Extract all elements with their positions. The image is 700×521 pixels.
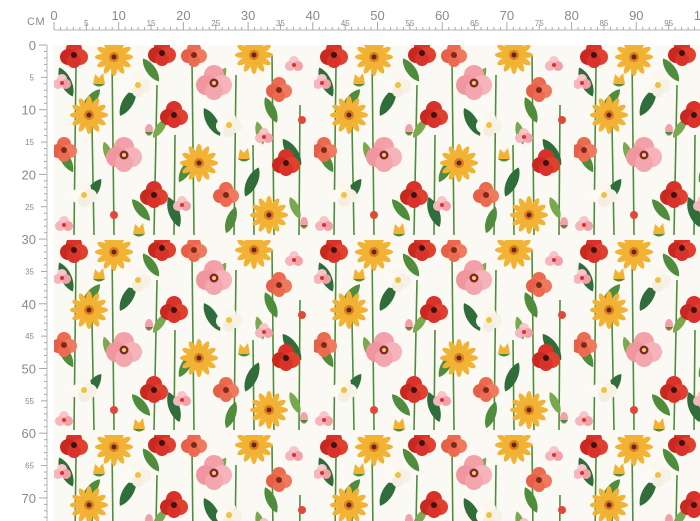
left-ruler-major-label: 10 [22, 103, 36, 118]
top-ruler-minor-label: 15 [147, 19, 156, 28]
top-ruler: 0102030405060708090105152535455565758595 [50, 8, 700, 31]
top-ruler-major-label: 10 [111, 8, 125, 23]
top-ruler-major-label: 80 [564, 8, 578, 23]
top-ruler-minor-label: 25 [211, 19, 220, 28]
left-ruler: 0 10 20 30 40 50 60 70 5 15 25 35 45 55 65 [22, 38, 48, 521]
top-ruler-minor-label: 5 [84, 19, 89, 28]
left-ruler-major-label: 50 [22, 362, 36, 377]
left-ruler-minor-label: 35 [25, 267, 34, 276]
top-ruler-major-label: 30 [241, 8, 255, 23]
left-ruler-minor-label: 65 [25, 462, 34, 471]
left-ruler-major-label: 0 [29, 38, 36, 53]
left-ruler-minor-label: 55 [25, 397, 34, 406]
top-ruler-major-label: 90 [629, 8, 643, 23]
left-ruler-minor-label: 25 [25, 203, 34, 212]
left-ruler-minor-label: 45 [25, 332, 34, 341]
top-ruler-major-label: 50 [370, 8, 384, 23]
top-ruler-major-label: 10 [694, 8, 700, 23]
left-ruler-major-label: 60 [22, 426, 36, 441]
top-ruler-minor-label: 65 [470, 19, 479, 28]
left-ruler-minor-label: 15 [25, 138, 34, 147]
top-ruler-minor-label: 35 [276, 19, 285, 28]
top-ruler-minor-label: 85 [599, 19, 608, 28]
top-ruler-minor-label: 55 [405, 19, 414, 28]
unit-label: CM [27, 16, 46, 28]
top-ruler-major-label: 20 [176, 8, 190, 23]
left-ruler-major-label: 70 [22, 491, 36, 506]
left-ruler-major-label: 20 [22, 167, 36, 182]
floral-pattern-svg [54, 45, 700, 521]
left-ruler-major-label: 40 [22, 297, 36, 312]
fabric-preview: 0 10 20 30 40 50 60 70 80 90 10 5 15 25 35 45 55 65 75 85 95… [0, 0, 700, 521]
fabric-swatch [54, 45, 700, 521]
floral-fill [54, 45, 700, 521]
top-ruler-major-label: 60 [435, 8, 449, 23]
left-ruler-major-label: 30 [22, 232, 36, 247]
left-ruler-minor-label: 5 [30, 73, 35, 82]
top-ruler-minor-label: 95 [664, 19, 673, 28]
top-ruler-major-label: 70 [500, 8, 514, 23]
top-ruler-major-label: 40 [306, 8, 320, 23]
top-ruler-minor-label: 75 [535, 19, 544, 28]
top-ruler-minor-label: 45 [341, 19, 350, 28]
